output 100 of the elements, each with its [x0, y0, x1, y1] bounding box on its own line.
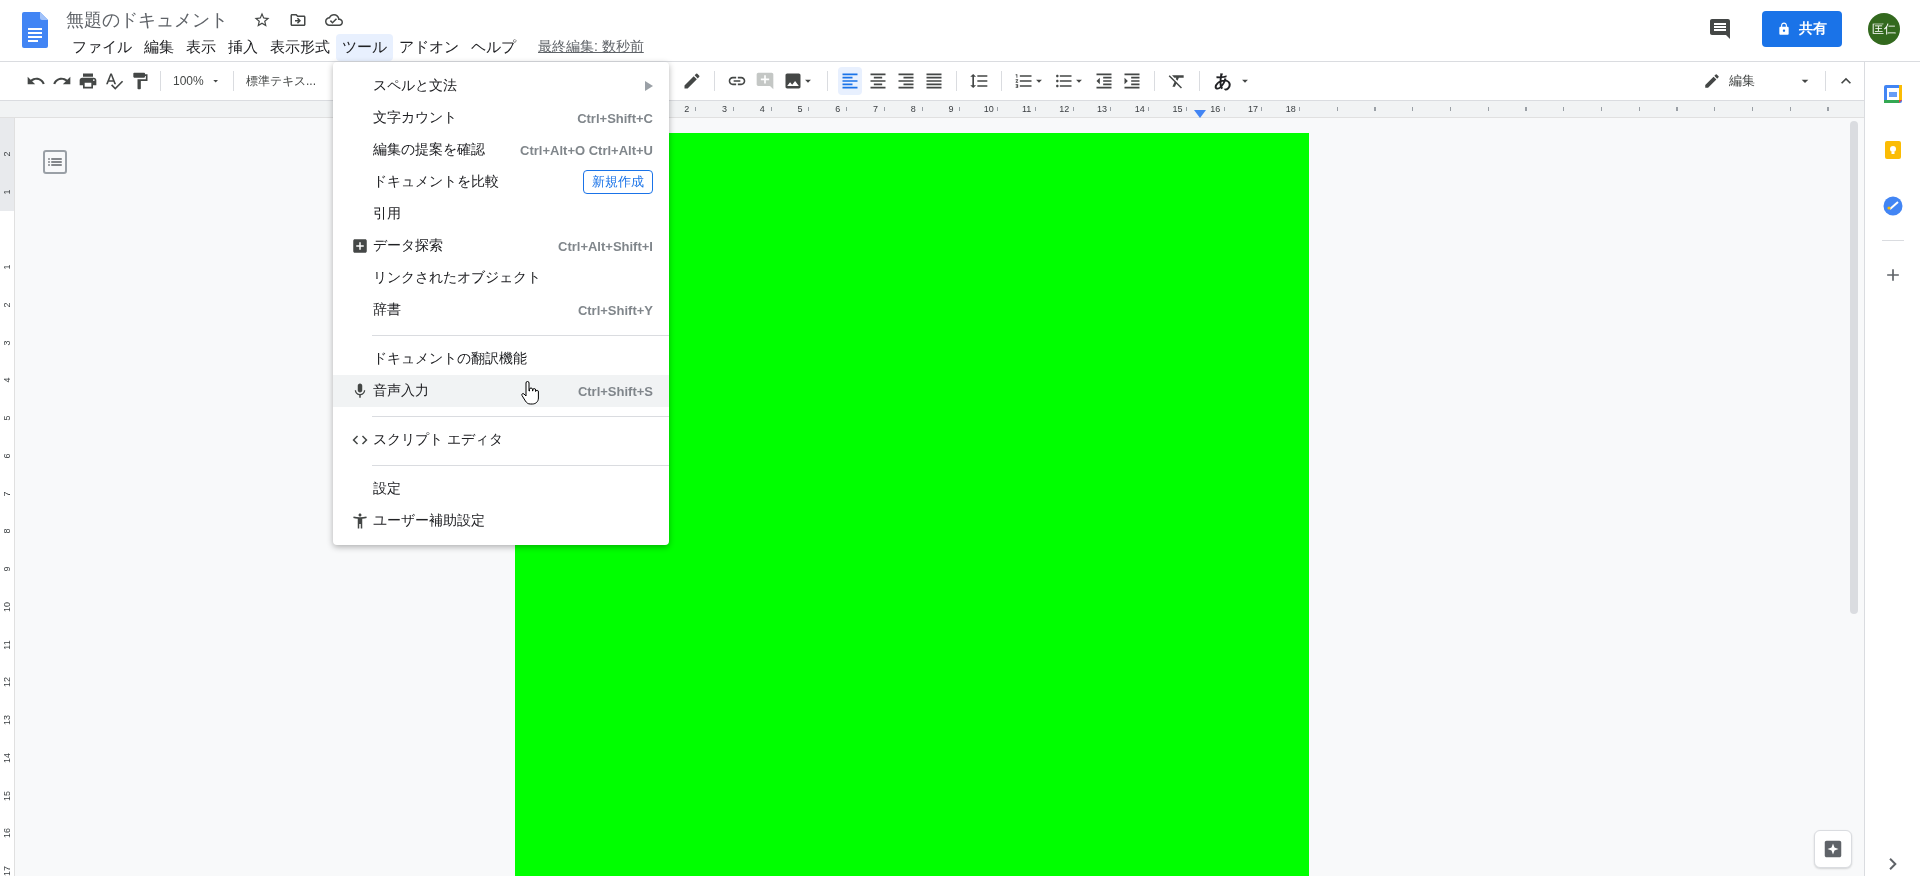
- ruler-number: 10: [2, 601, 12, 612]
- avatar[interactable]: 匡仁: [1868, 13, 1900, 45]
- input-tools-button[interactable]: あ: [1210, 67, 1256, 95]
- align-left-button[interactable]: [838, 67, 862, 95]
- ruler-number: 11: [1020, 104, 1033, 114]
- explore-button[interactable]: [1814, 830, 1852, 868]
- decrease-indent-icon: [1094, 71, 1114, 91]
- speech-bubble-icon: [1708, 17, 1732, 41]
- add-comment-icon: [755, 71, 775, 91]
- show-side-panel-button[interactable]: [1888, 858, 1897, 870]
- ruler-number: 5: [2, 415, 12, 421]
- ruler-number: 8: [909, 104, 917, 114]
- ruler-number: 2: [683, 104, 691, 114]
- image-icon: [783, 71, 803, 91]
- hand-cursor-icon: [521, 381, 539, 405]
- ruler-number: 8: [2, 528, 12, 534]
- menu-item[interactable]: 表示: [180, 33, 222, 61]
- ruler-number: 9: [947, 104, 955, 114]
- ruler-number: 15: [1171, 104, 1184, 114]
- print-icon: [78, 71, 98, 91]
- ruler-number: 3: [721, 104, 729, 114]
- increase-indent-icon: [1122, 71, 1142, 91]
- align-right-icon: [896, 71, 916, 91]
- menu-item[interactable]: ヘルプ: [465, 33, 522, 61]
- share-button[interactable]: 共有: [1762, 11, 1842, 47]
- shortcut-text: Ctrl+Shift+C: [577, 110, 653, 126]
- align-left-icon: [840, 71, 860, 91]
- document-outline-button[interactable]: [43, 150, 67, 174]
- menu-item[interactable]: ドキュメントの翻訳機能: [333, 343, 669, 375]
- ruler-number: 6: [834, 104, 842, 114]
- menu-item[interactable]: 文字カウント Ctrl+Shift+C: [333, 102, 669, 134]
- ruler-number: 5: [796, 104, 804, 114]
- numbered-list-icon: [1014, 71, 1034, 91]
- ruler-number: 18: [1284, 104, 1297, 114]
- menu-item[interactable]: 辞書 Ctrl+Shift+Y: [333, 294, 669, 326]
- last-edit-link[interactable]: 最終編集: 数秒前: [538, 38, 644, 56]
- ruler-number: 10: [982, 104, 995, 114]
- scrollbar[interactable]: [1850, 121, 1858, 614]
- zoom-dropdown[interactable]: 100%: [169, 67, 225, 95]
- calendar-icon[interactable]: [1882, 84, 1903, 104]
- menu-item[interactable]: ドキュメントを比較 新規作成: [333, 166, 669, 198]
- ruler-number: 13: [1096, 104, 1109, 114]
- new-badge: 新規作成: [583, 170, 653, 194]
- menu-item[interactable]: ファイル: [66, 33, 138, 61]
- ruler-number: 14: [1133, 104, 1146, 114]
- shortcut-text: Ctrl+Alt+Shift+I: [558, 238, 653, 254]
- document-title[interactable]: 無題のドキュメント: [66, 8, 228, 32]
- ruler-number: 6: [2, 453, 12, 459]
- ruler-number: 7: [2, 491, 12, 497]
- ruler-number: 16: [2, 828, 12, 839]
- ruler-number: 4: [758, 104, 766, 114]
- ruler-number: 9: [2, 566, 12, 572]
- chevron-right-icon: [1888, 858, 1897, 870]
- menu-item[interactable]: 挿入: [222, 33, 264, 61]
- submenu-arrow-icon: [645, 81, 653, 91]
- star-outline-icon: [253, 11, 271, 29]
- accessibility-icon: [350, 512, 369, 530]
- ruler-number: 12: [2, 677, 12, 688]
- paint-format-icon: [130, 71, 150, 91]
- menu-item[interactable]: 編集の提案を確認 Ctrl+Alt+O Ctrl+Alt+U: [333, 134, 669, 166]
- ruler-number: 2: [2, 302, 12, 308]
- menu-item[interactable]: 編集: [138, 33, 180, 61]
- ruler-number: 7: [872, 104, 880, 114]
- ruler-number: 3: [2, 340, 12, 346]
- lock-icon: [1777, 22, 1791, 36]
- menu-item[interactable]: スペルと文法: [333, 70, 669, 102]
- pencil-icon: [1703, 72, 1721, 90]
- ruler-number: 11: [2, 639, 12, 650]
- menu-item[interactable]: 設定: [333, 473, 669, 505]
- plus-box-icon: [350, 237, 369, 255]
- ruler-number: 4: [2, 377, 12, 383]
- menu-item[interactable]: リンクされたオブジェクト: [333, 262, 669, 294]
- editing-mode-dropdown[interactable]: 編集: [1699, 67, 1817, 95]
- highlight-icon: [682, 71, 702, 91]
- line-spacing-icon: [969, 71, 989, 91]
- ruler-number: 15: [2, 790, 12, 801]
- sparkle-icon: [1822, 838, 1844, 860]
- cloud-check-drawing-icon: [325, 11, 343, 29]
- ruler-number: 14: [2, 752, 12, 763]
- ruler-number: 12: [1058, 104, 1071, 114]
- menu-item[interactable]: データ探索 Ctrl+Alt+Shift+I: [333, 230, 669, 262]
- menu-item[interactable]: 表示形式: [264, 33, 336, 61]
- ruler-number: 1: [2, 189, 12, 195]
- shortcut-text: Ctrl+Alt+O Ctrl+Alt+U: [520, 142, 653, 158]
- menu-item[interactable]: ツール: [336, 33, 393, 61]
- style-dropdown[interactable]: 標準テキス...: [242, 67, 320, 95]
- menu-item[interactable]: 引用: [333, 198, 669, 230]
- ruler-number: 2: [2, 151, 12, 157]
- shortcut-text: Ctrl+Shift+Y: [577, 302, 653, 318]
- menu-item[interactable]: ユーザー補助設定: [333, 505, 669, 537]
- menu-item[interactable]: スクリプト エディタ: [333, 424, 669, 456]
- menu-item[interactable]: アドオン: [393, 33, 465, 61]
- ruler-number: 17: [1247, 104, 1260, 114]
- shortcut-text: Ctrl+Shift+S: [577, 383, 653, 399]
- ruler-number: 1: [2, 264, 12, 270]
- tasks-icon[interactable]: [1882, 196, 1903, 216]
- folder-arrow-icon: [289, 11, 307, 29]
- menu-item[interactable]: 音声入力 Ctrl+Shift+S: [333, 375, 669, 407]
- justify-icon: [924, 71, 944, 91]
- docs-logo-icon[interactable]: [22, 12, 48, 48]
